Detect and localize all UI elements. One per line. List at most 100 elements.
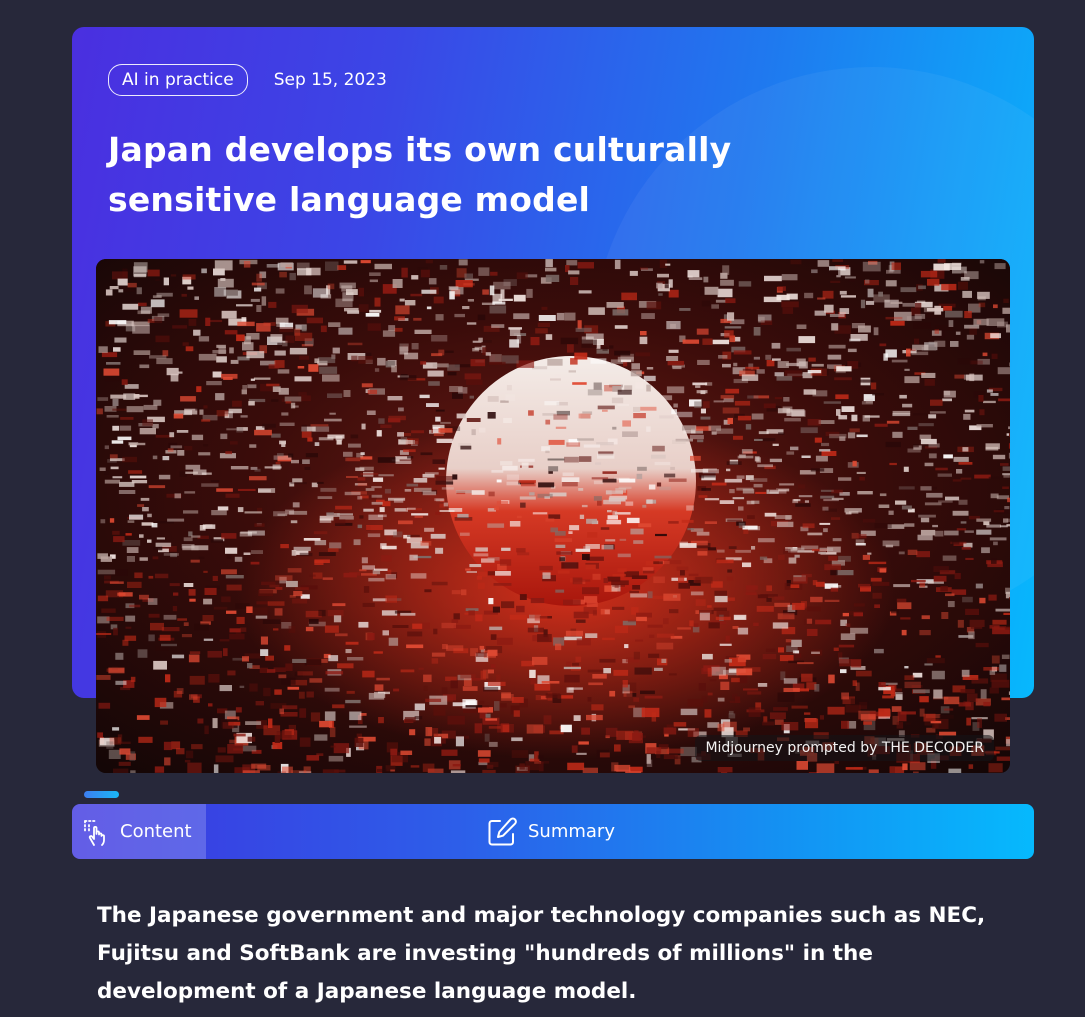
pixel-streak	[376, 677, 390, 681]
pixel-streak	[453, 613, 460, 620]
pixel-streak	[303, 538, 321, 541]
pixel-streak	[646, 367, 654, 370]
pixel-streak	[753, 356, 760, 360]
pixel-streak	[173, 592, 179, 596]
pixel-streak	[545, 419, 551, 425]
pixel-streak	[642, 567, 654, 571]
pixel-streak	[371, 494, 383, 498]
pixel-streak	[906, 316, 922, 321]
pixel-streak	[459, 532, 470, 536]
pixel-streak	[180, 396, 196, 402]
article-hero-image: Midjourney prompted by THE DECODER	[96, 259, 1010, 773]
pixel-streak	[607, 510, 612, 513]
pixel-streak	[707, 722, 720, 728]
tab-content[interactable]: Content	[72, 804, 206, 859]
pixel-streak	[757, 594, 769, 599]
pixel-streak	[530, 337, 540, 346]
pixel-streak	[155, 335, 170, 343]
pixel-streak	[406, 644, 424, 649]
pixel-streak	[268, 301, 277, 308]
pixel-streak	[855, 682, 860, 691]
pixel-streak	[499, 559, 512, 566]
category-tag[interactable]: AI in practice	[108, 64, 248, 96]
pixel-streak	[221, 310, 237, 319]
pixel-streak	[398, 440, 415, 445]
pixel-streak	[902, 763, 908, 771]
tab-summary[interactable]: Summary	[486, 804, 615, 859]
pixel-streak	[766, 585, 772, 592]
pixel-streak	[728, 546, 737, 549]
pixel-streak	[330, 745, 336, 748]
pixel-streak	[434, 737, 442, 744]
pixel-streak	[822, 290, 834, 299]
pixel-streak	[659, 415, 674, 419]
pixel-streak	[378, 717, 384, 724]
pixel-streak	[1000, 463, 1009, 466]
pixel-streak	[188, 318, 197, 326]
pixel-streak	[147, 269, 160, 277]
pixel-streak	[737, 657, 747, 663]
pixel-streak	[488, 361, 506, 365]
pixel-streak	[112, 425, 120, 431]
pixel-streak	[913, 444, 919, 448]
pixel-streak	[487, 681, 506, 686]
pixel-streak	[890, 301, 903, 304]
pixel-streak	[673, 403, 678, 408]
pixel-streak	[430, 533, 446, 539]
pixel-streak	[582, 554, 590, 560]
pixel-streak	[1002, 486, 1009, 489]
pixel-streak	[660, 395, 673, 401]
tab-content-label: Content	[120, 821, 192, 842]
pixel-streak	[130, 676, 136, 682]
pixel-streak	[202, 615, 214, 622]
pixel-streak	[753, 483, 763, 488]
pixel-streak	[616, 730, 634, 740]
pixel-streak	[537, 322, 550, 327]
pixel-streak	[976, 424, 993, 428]
pixel-streak	[893, 584, 911, 588]
pixel-streak	[284, 396, 302, 402]
pixel-streak	[895, 691, 905, 695]
pixel-streak	[848, 278, 855, 282]
pixel-streak	[172, 606, 178, 612]
pixel-streak	[539, 565, 553, 571]
pixel-streak	[646, 426, 651, 432]
pixel-streak	[679, 308, 691, 311]
pixel-streak	[724, 659, 732, 663]
pixel-streak	[382, 501, 391, 507]
pixel-streak	[110, 466, 119, 470]
pixel-streak	[358, 356, 373, 364]
pixel-streak	[395, 460, 412, 464]
pixel-streak	[532, 656, 548, 665]
pixel-streak	[716, 610, 730, 618]
pixel-streak	[240, 415, 248, 418]
pixel-streak	[891, 706, 902, 712]
pixel-streak	[734, 696, 740, 703]
pixel-streak	[668, 521, 679, 524]
pixel-streak	[766, 360, 775, 367]
pixel-streak	[993, 510, 1005, 513]
pixel-streak	[878, 291, 883, 297]
pixel-streak	[479, 645, 485, 650]
pixel-streak	[636, 616, 647, 622]
pixel-streak	[646, 747, 662, 754]
pixel-streak	[163, 741, 173, 751]
pixel-streak	[276, 731, 292, 739]
pixel-streak	[717, 697, 725, 702]
pixel-streak	[612, 510, 618, 517]
pixel-streak	[316, 481, 324, 484]
pixel-streak	[261, 581, 276, 586]
pixel-streak	[926, 658, 945, 664]
pixel-streak	[847, 432, 856, 439]
pixel-streak	[324, 711, 336, 721]
pixel-streak	[994, 263, 1006, 270]
pixel-streak	[698, 495, 708, 498]
pixel-streak	[215, 393, 225, 401]
pixel-streak	[810, 596, 823, 603]
pixel-streak	[828, 344, 846, 349]
pixel-streak	[328, 322, 341, 327]
pixel-streak	[573, 715, 581, 721]
pixel-streak	[670, 323, 676, 329]
pixel-streak	[216, 488, 233, 492]
pixel-streak	[851, 659, 862, 668]
